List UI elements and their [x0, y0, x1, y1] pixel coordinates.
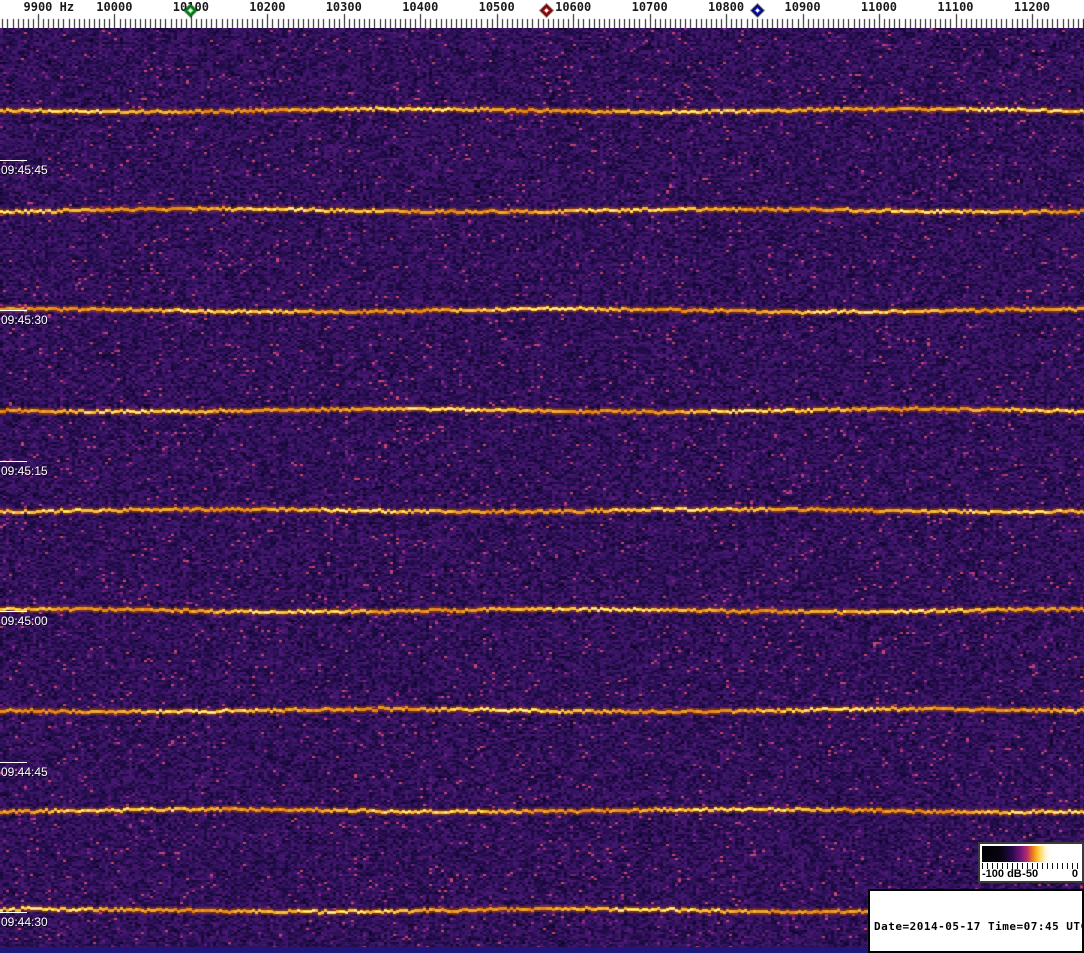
ruler-label-10400: 10400 — [402, 0, 439, 14]
ruler-label-11100: 11100 — [937, 0, 974, 14]
marker-center-dot — [755, 8, 760, 13]
frequency-ruler[interactable]: 9900 Hz100001010010200103001040010500106… — [0, 0, 1084, 28]
color-scale-legend[interactable]: -100 dB -50 0 — [978, 842, 1084, 883]
marker-center-dot — [188, 8, 194, 13]
info-box: Date=2014-05-17 Time=07:45 UTC Freq=143 … — [868, 889, 1084, 953]
waterfall-display[interactable] — [0, 28, 1084, 953]
time-label: 09:45:45 — [1, 163, 48, 177]
ruler-label-11200: 11200 — [1013, 0, 1051, 14]
ruler-label-11000: 11000 — [860, 0, 898, 14]
legend-label-mid: -50 — [1022, 868, 1039, 880]
ruler-label-10900: 10900 — [784, 0, 821, 14]
ruler-label-10800: 10800 — [708, 0, 745, 14]
ruler-label-10600: 10600 — [555, 0, 592, 14]
color-scale-gradient-bar — [982, 846, 1080, 862]
time-tick — [0, 912, 27, 913]
ruler-label-10700: 10700 — [631, 0, 668, 14]
ruler-label-10500: 10500 — [478, 0, 515, 14]
frequency-ruler-ticks — [0, 0, 1084, 28]
legend-label-max: 0 — [1071, 868, 1078, 880]
marker-center-dot — [544, 8, 549, 13]
time-tick — [0, 762, 27, 763]
info-line-date: Date=2014-05-17 Time=07:45 UTC — [874, 920, 1084, 933]
ruler-label-9900: 9900 Hz — [23, 0, 75, 14]
ruler-label-10000: 10000 — [96, 0, 133, 14]
ruler-label-10200: 10200 — [249, 0, 286, 14]
time-tick — [0, 160, 27, 161]
time-label: 09:45:00 — [1, 614, 48, 628]
time-tick — [0, 611, 27, 612]
time-tick — [0, 461, 27, 462]
time-label: 09:44:45 — [1, 765, 48, 779]
time-label: 09:44:30 — [1, 915, 48, 929]
color-scale-labels: -100 dB -50 0 — [982, 868, 1080, 881]
legend-label-min: -100 dB — [982, 868, 1022, 880]
spectrogram-app-window: 9900 Hz100001010010200103001040010500106… — [0, 0, 1084, 953]
ruler-label-10300: 10300 — [325, 0, 362, 14]
time-tick — [0, 310, 27, 311]
time-label: 09:45:15 — [1, 464, 48, 478]
time-label: 09:45:30 — [1, 313, 48, 327]
